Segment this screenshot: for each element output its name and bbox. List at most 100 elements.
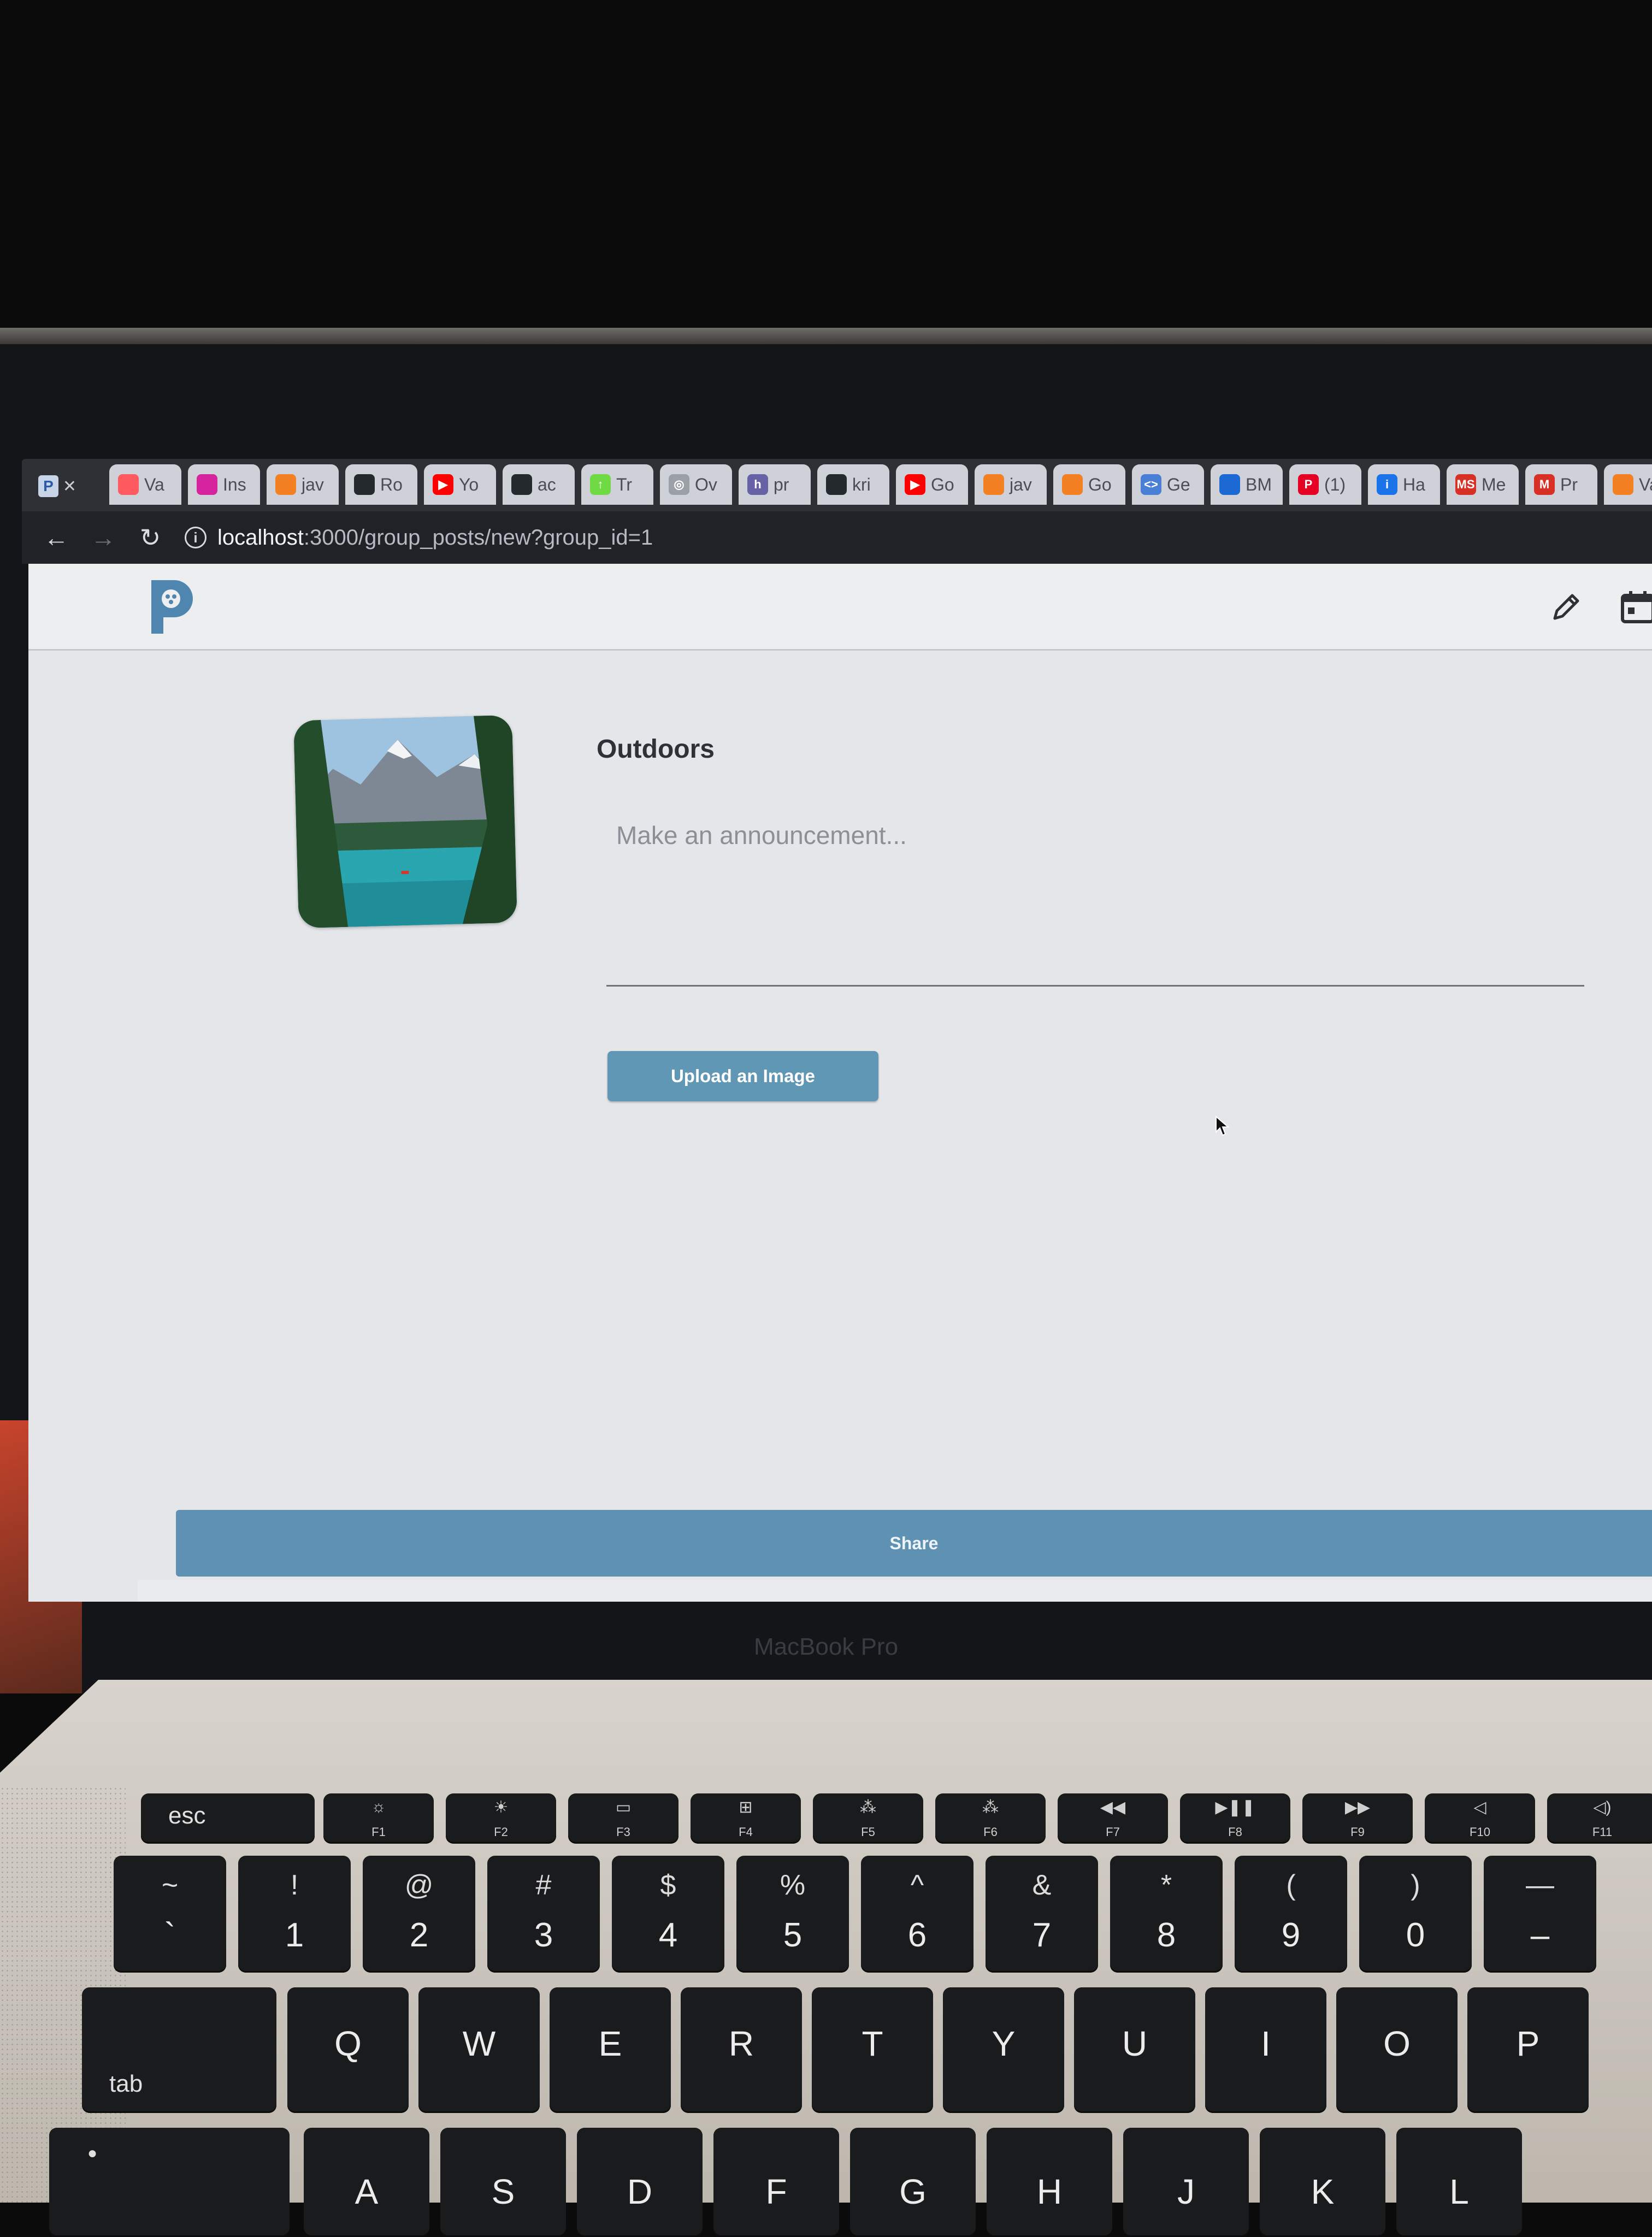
close-tab-icon[interactable]: ✕: [63, 477, 76, 496]
tab-title: Ins: [223, 474, 246, 494]
tab-title: pr: [774, 474, 789, 494]
calendar-icon[interactable]: [1618, 588, 1652, 626]
key-main-symbol: 7: [1032, 1916, 1052, 1954]
function-key-label: F3: [616, 1825, 630, 1839]
key-main-symbol: 6: [907, 1916, 927, 1954]
browser-tab[interactable]: Ins: [188, 464, 260, 505]
active-tab[interactable]: P ✕: [38, 470, 76, 503]
browser-tab[interactable]: BM: [1211, 464, 1283, 505]
caps-lock-key[interactable]: ●: [49, 2128, 290, 2237]
browser-tab[interactable]: MS Me: [1447, 464, 1519, 505]
letter-key-o[interactable]: O: [1336, 1987, 1458, 2113]
number-key[interactable]: $4: [612, 1856, 724, 1973]
function-key-f10[interactable]: ◁ F10: [1425, 1793, 1535, 1844]
key-shift-symbol: *: [1160, 1869, 1172, 1901]
number-key[interactable]: @2: [363, 1856, 475, 1973]
letter-key-w[interactable]: W: [418, 1987, 540, 2113]
pencil-icon[interactable]: [1547, 588, 1585, 626]
browser-tab[interactable]: i Ha: [1368, 464, 1440, 505]
tab-key[interactable]: tab: [82, 1987, 276, 2113]
number-key[interactable]: & 7: [986, 1856, 1098, 1973]
tab-title: kri: [852, 474, 871, 494]
announcement-input[interactable]: [607, 821, 1603, 930]
upload-image-button[interactable]: Upload an Image: [607, 1051, 878, 1101]
share-button[interactable]: Share: [176, 1510, 1652, 1577]
letter-key-d[interactable]: D: [577, 2128, 703, 2237]
stackoverflow-icon: [275, 474, 296, 495]
browser-tab-strip: P ✕ Va Ins jav Ro ▶ Yo ac ↑ Tr ◎ Ov h pr kri ▶ Go jav Go <…: [22, 459, 1652, 511]
reload-button[interactable]: ↻: [127, 523, 174, 552]
letter-key-s[interactable]: S: [440, 2128, 566, 2237]
function-key-f3[interactable]: ▭ F3: [568, 1793, 678, 1844]
esc-key[interactable]: esc: [141, 1793, 315, 1844]
function-key-f9[interactable]: ▶▶ F9: [1302, 1793, 1413, 1844]
function-key-f4[interactable]: ⊞ F4: [691, 1793, 801, 1844]
back-button[interactable]: ←: [33, 523, 80, 552]
letter-key-t[interactable]: T: [812, 1987, 933, 2113]
web-page: Outdoors Upload an Image Share: [28, 564, 1652, 1602]
letter-key-a[interactable]: A: [304, 2128, 429, 2237]
tab-title: jav: [302, 474, 324, 494]
browser-tab[interactable]: Va: [109, 464, 181, 505]
number-key[interactable]: ~ `: [114, 1856, 226, 1973]
number-key[interactable]: — –: [1484, 1856, 1596, 1973]
letter-key-k[interactable]: K: [1260, 2128, 1385, 2237]
browser-tab[interactable]: Va: [1604, 464, 1652, 505]
key-letter: R: [728, 2024, 754, 2063]
browser-tab[interactable]: ac: [503, 464, 575, 505]
number-key[interactable]: #3: [487, 1856, 600, 1973]
function-key-icon: ◁): [1593, 1798, 1612, 1816]
letter-key-g[interactable]: G: [850, 2128, 976, 2237]
browser-tab[interactable]: ▶ Yo: [424, 464, 496, 505]
letter-key-f[interactable]: F: [713, 2128, 839, 2237]
letter-key-r[interactable]: R: [681, 1987, 802, 2113]
url-path: :3000/group_posts/new?group_id=1: [303, 525, 653, 550]
tab-title: Ha: [1403, 474, 1425, 494]
key-letter: E: [598, 2024, 622, 2063]
browser-tab[interactable]: ◎ Ov: [660, 464, 732, 505]
address-bar[interactable]: i localhost:3000/group_posts/new?group_i…: [185, 518, 1652, 557]
key-shift-symbol: (: [1286, 1869, 1296, 1901]
info-icon: i: [1377, 474, 1397, 495]
function-key-f5[interactable]: ⁂ F5: [813, 1793, 923, 1844]
browser-tab[interactable]: <> Ge: [1132, 464, 1204, 505]
letter-key-i[interactable]: I: [1205, 1987, 1326, 2113]
browser-tab[interactable]: h pr: [739, 464, 811, 505]
letter-key-q[interactable]: Q: [287, 1987, 409, 2113]
number-key[interactable]: % 5: [736, 1856, 849, 1973]
function-key-f6[interactable]: ⁂ F6: [935, 1793, 1046, 1844]
forward-button[interactable]: →: [80, 523, 127, 552]
letter-key-h[interactable]: H: [987, 2128, 1112, 2237]
number-key[interactable]: (9: [1235, 1856, 1347, 1973]
letter-key-p[interactable]: P: [1467, 1987, 1589, 2113]
number-key[interactable]: ) 0: [1359, 1856, 1472, 1973]
function-key-f11[interactable]: ◁) F11: [1547, 1793, 1652, 1844]
browser-tab[interactable]: M Pr: [1525, 464, 1597, 505]
browser-tab[interactable]: kri: [817, 464, 889, 505]
letter-key-u[interactable]: U: [1074, 1987, 1195, 2113]
browser-tab[interactable]: Ro: [345, 464, 417, 505]
function-key-f2[interactable]: ☀ F2: [446, 1793, 556, 1844]
letter-key-y[interactable]: Y: [943, 1987, 1064, 2113]
browser-tab[interactable]: Go: [1053, 464, 1125, 505]
function-key-label: F7: [1106, 1825, 1120, 1839]
browser-tab[interactable]: ▶ Go: [896, 464, 968, 505]
letter-key-e[interactable]: E: [550, 1987, 671, 2113]
function-key-f7[interactable]: ◀◀ F7: [1058, 1793, 1168, 1844]
number-key[interactable]: ! 1: [238, 1856, 351, 1973]
key-letter: A: [355, 2172, 379, 2211]
function-key-f8[interactable]: ▶❚❚ F8: [1180, 1793, 1290, 1844]
letter-key-l[interactable]: L: [1396, 2128, 1522, 2237]
brand-logo-icon[interactable]: [146, 576, 195, 636]
browser-tab[interactable]: jav: [267, 464, 339, 505]
function-key-icon: ◀◀: [1100, 1798, 1126, 1816]
function-key-f1[interactable]: ☼ F1: [323, 1793, 434, 1844]
browser-tab[interactable]: jav: [975, 464, 1047, 505]
info-icon[interactable]: i: [185, 527, 206, 548]
letter-key-j[interactable]: J: [1123, 2128, 1249, 2237]
number-key[interactable]: ^ 6: [861, 1856, 974, 1973]
group-photo-lake: [293, 715, 517, 929]
number-key[interactable]: * 8: [1110, 1856, 1223, 1973]
browser-tab[interactable]: P (1): [1289, 464, 1361, 505]
browser-tab[interactable]: ↑ Tr: [581, 464, 653, 505]
